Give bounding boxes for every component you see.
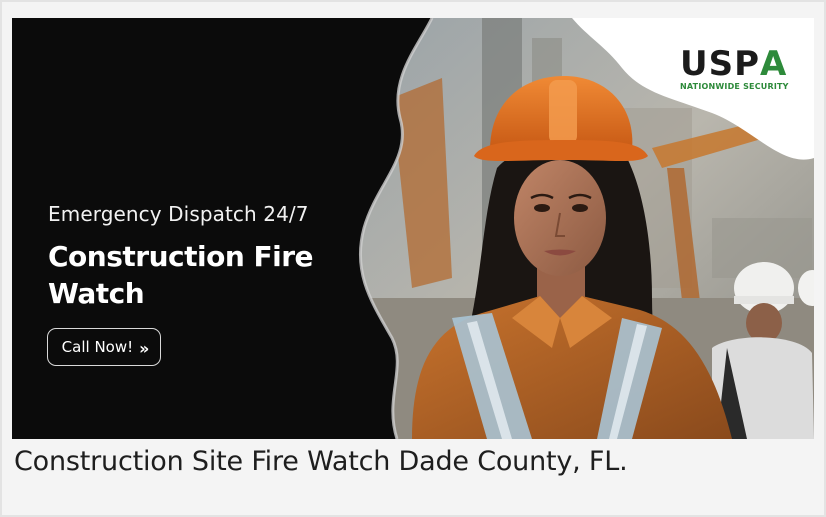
image-caption: Construction Site Fire Watch Dade County…	[14, 446, 628, 477]
banner-text-block: Emergency Dispatch 24/7 Construction Fir…	[48, 202, 368, 312]
promo-banner[interactable]: Emergency Dispatch 24/7 Construction Fir…	[12, 18, 814, 439]
logo-tagline: NATIONWIDE SECURITY	[680, 82, 789, 91]
banner-kicker: Emergency Dispatch 24/7	[48, 202, 309, 226]
call-now-button[interactable]: Call Now! ››	[47, 328, 161, 366]
call-now-label: Call Now!	[61, 338, 134, 356]
logo-wordmark-main: USP	[680, 44, 761, 84]
image-card[interactable]: Emergency Dispatch 24/7 Construction Fir…	[0, 0, 826, 517]
logo-wordmark-accent: A	[760, 44, 788, 84]
uspa-logo: USP A NATIONWIDE SECURITY	[680, 44, 790, 98]
chevron-double-right-icon: ››	[139, 338, 149, 358]
logo-wordmark: USP A	[680, 44, 790, 84]
banner-headline: Construction Fire Watch	[48, 240, 314, 310]
